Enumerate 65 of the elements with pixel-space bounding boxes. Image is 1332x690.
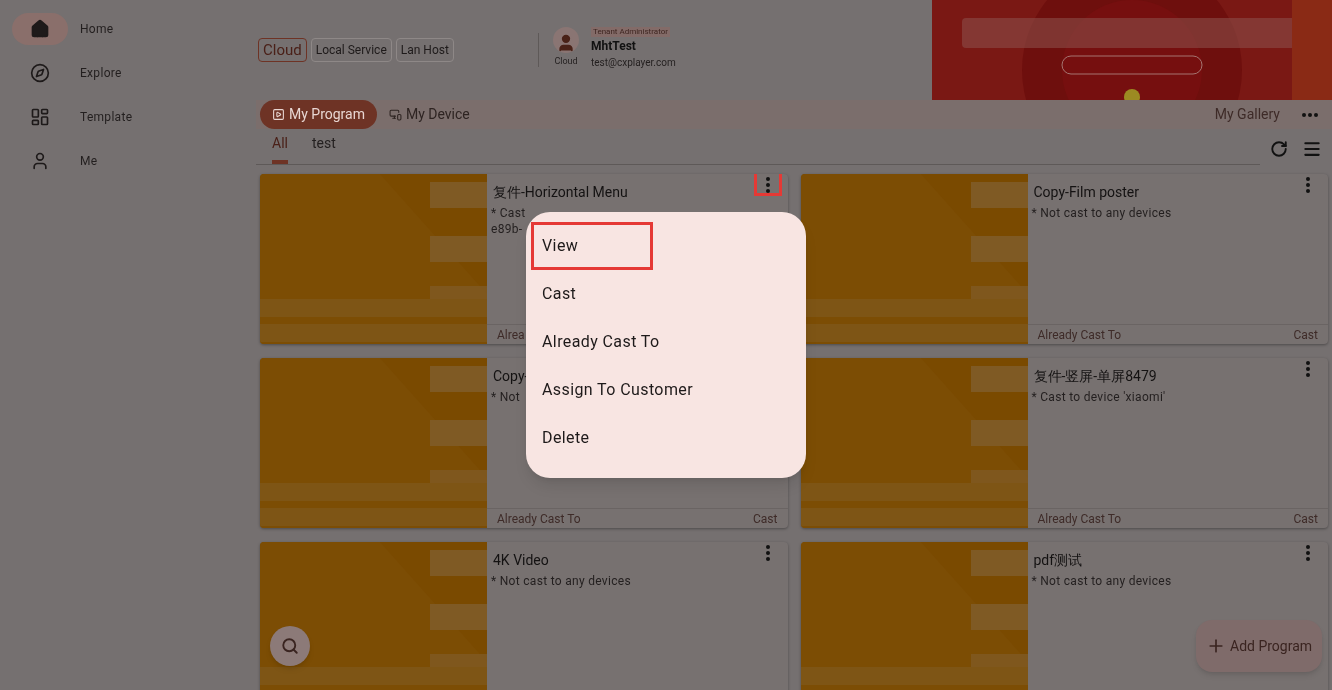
menu-icon[interactable] [1302,139,1322,159]
cast-status: * Not cast to any devices [1031,205,1172,221]
gallery-link[interactable]: My Gallery [1214,104,1280,125]
person-icon [30,151,50,171]
cast-status: * Cast [491,205,526,221]
home-icon [30,19,50,39]
nav-label: Template [80,109,133,126]
more-button[interactable] [753,174,782,196]
nav-label: Home [80,21,114,38]
cast-status: * Not cast to any devices [491,573,631,589]
nav-label: Me [80,153,98,170]
menu-item[interactable]: Delete [531,414,653,462]
program-card[interactable]: Copy-Film poster * Not cast to any devices Already Cast To Cast [800,174,1328,344]
program-title: 4K Video [493,551,550,570]
menu-item[interactable]: Assign To Customer [531,366,705,414]
category-tab[interactable]: All [272,130,288,164]
more-icon [1306,545,1310,561]
cast-status: e89b- [491,221,523,237]
add-program-button[interactable]: Add Program [1196,620,1323,672]
cast-status: * Cast to device 'xiaomi' [1031,389,1166,405]
more-icon [1306,177,1310,193]
nav-item[interactable]: Home [12,13,256,45]
already-cast-link[interactable]: Already Cast To [497,509,581,528]
program-title: 复件-Horizontal Menu [493,183,629,202]
program-title: Copy- [493,367,530,386]
compass-icon [30,63,50,83]
main-tab[interactable]: My Device [376,100,482,129]
device-icon [388,108,402,121]
main-tab[interactable]: My Program [260,100,377,129]
search-icon [281,637,299,655]
already-cast-link[interactable]: Already Cast To [1037,325,1122,344]
program-title: Copy-Film poster [1033,183,1140,202]
cast-status: * Not cast to any devices [1031,573,1172,589]
source-chip[interactable]: Lan Host [395,38,454,62]
program-title: pdf测试 [1033,551,1084,570]
category-tab[interactable]: test [311,130,336,164]
cast-link[interactable]: Cast [1293,509,1318,528]
more-icon [1306,361,1310,377]
nav-item[interactable]: Template [12,101,256,133]
menu-item[interactable]: View [531,222,653,270]
play-icon [272,108,285,121]
program-card[interactable]: 复件-竖屏-单屏8479 * Cast to device 'xiaomi' Already Cast To Cast [800,358,1328,528]
nav-label: Explore [80,65,122,82]
more-icon [765,177,770,193]
source-chip[interactable]: Cloud [258,38,307,62]
menu-item[interactable]: Cast [531,270,653,318]
cast-link[interactable]: Cast [1293,325,1318,344]
more-icon[interactable] [1302,112,1318,117]
avatar-caption: Cloud [554,55,578,68]
person-icon [556,33,576,53]
already-cast-link[interactable]: Already Cast To [1037,509,1122,528]
nav-item[interactable]: Explore [12,57,256,89]
program-title: 复件-竖屏-单屏8479 [1033,367,1158,386]
nav-item[interactable]: Me [12,145,256,177]
more-icon [765,545,770,561]
refresh-icon[interactable] [1270,140,1288,158]
role-badge: Tenant Administrator [591,27,670,37]
account-email: test@cxplayer.com [591,56,676,70]
already-cast-link[interactable]: Alrea [497,325,525,344]
program-card[interactable]: 4K Video * Not cast to any devices [260,542,788,690]
account-name: MhtTest [591,38,637,55]
source-chip[interactable]: Local Service [310,38,392,62]
cast-status: * Not [491,389,520,405]
cast-link[interactable]: Cast [753,509,778,528]
layout-icon [30,107,50,127]
